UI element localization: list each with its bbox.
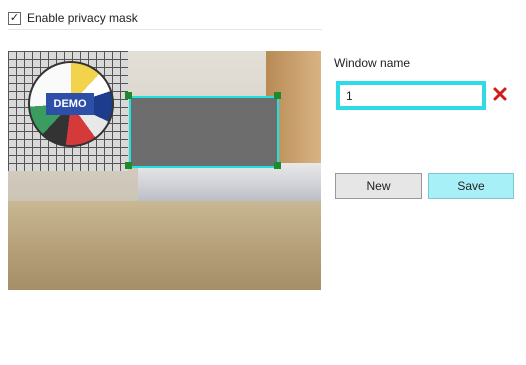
enable-privacy-mask-label: Enable privacy mask <box>27 11 138 25</box>
test-pattern-card: DEMO <box>8 51 128 171</box>
camera-preview[interactable]: DEMO <box>8 51 321 290</box>
desk-surface <box>8 201 321 290</box>
divider <box>8 29 322 30</box>
enable-privacy-mask-row[interactable]: ✓ Enable privacy mask <box>8 9 138 27</box>
mask-resize-handle-top-left[interactable] <box>125 92 132 99</box>
mask-resize-handle-top-right[interactable] <box>274 92 281 99</box>
test-pattern-text: DEMO <box>46 93 94 115</box>
window-name-input[interactable] <box>336 81 486 110</box>
privacy-mask-window[interactable] <box>129 96 279 168</box>
enable-privacy-mask-checkbox[interactable]: ✓ <box>8 11 21 25</box>
close-x-icon[interactable] <box>492 86 508 102</box>
new-button[interactable]: New <box>335 173 422 199</box>
mask-resize-handle-bottom-left[interactable] <box>125 162 132 169</box>
window-name-label: Window name <box>334 56 411 70</box>
mask-resize-handle-bottom-right[interactable] <box>274 162 281 169</box>
save-button[interactable]: Save <box>428 173 514 199</box>
checkmark-icon: ✓ <box>9 11 20 24</box>
